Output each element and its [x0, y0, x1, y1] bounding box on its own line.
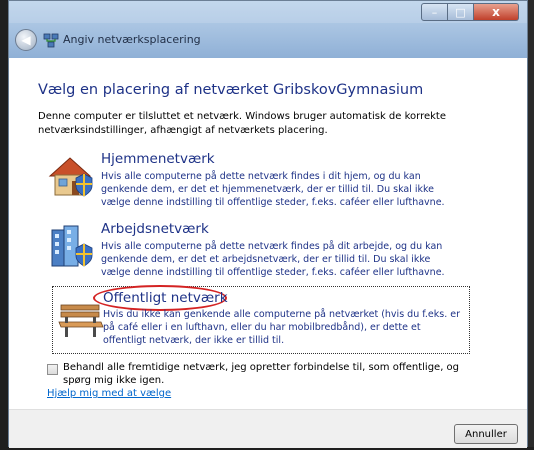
minimize-button[interactable]: – — [421, 3, 448, 21]
close-button[interactable]: x — [474, 3, 519, 21]
title-bar: – □ x ◀ Angiv netværksplacering — [9, 1, 527, 58]
help-me-choose-link[interactable]: Hjælp mig med at vælge — [47, 388, 171, 399]
back-button[interactable]: ◀ — [15, 29, 37, 51]
dialog-content: Vælg en placering af netværket GribskovG… — [9, 58, 527, 409]
option-home-description: Hvis alle computerne på dette netværk fi… — [101, 171, 445, 208]
network-location-dialog: – □ x ◀ Angiv netværksplacering Vælg en … — [8, 0, 528, 448]
treat-public-checkbox[interactable] — [47, 364, 58, 375]
office-building-icon — [51, 225, 93, 267]
option-work-network[interactable]: Arbejdsnetværk Hvis alle computerne på d… — [46, 221, 468, 282]
page-heading: Vælg en placering af netværket GribskovG… — [38, 82, 424, 98]
treat-public-checkbox-label: Behandl alle fremtidige netværk, jeg opr… — [63, 362, 460, 386]
option-public-network[interactable]: Offentligt netværk Hvis du ikke kan genk… — [52, 285, 470, 354]
intro-text: Denne computer er tilsluttet et netværk.… — [38, 111, 446, 136]
option-work-title: Arbejdsnetværk — [101, 221, 209, 237]
caption-buttons: – □ x — [421, 3, 519, 21]
option-public-title: Offentligt netværk — [103, 290, 228, 306]
option-public-description: Hvis du ikke kan genkende alle computern… — [103, 309, 460, 346]
dialog-footer: Annuller — [9, 409, 527, 448]
window-title: Angiv netværksplacering — [63, 33, 201, 46]
option-home-network[interactable]: Hjemmenetværk Hvis alle computerne på de… — [46, 151, 468, 212]
back-arrow-icon: ◀ — [21, 33, 31, 47]
cancel-button[interactable]: Annuller — [454, 424, 518, 444]
maximize-button[interactable]: □ — [448, 3, 474, 21]
option-home-title: Hjemmenetværk — [101, 151, 215, 167]
option-work-description: Hvis alle computerne på dette netværk fi… — [101, 241, 445, 278]
house-icon — [48, 157, 93, 197]
network-icon — [43, 33, 59, 48]
